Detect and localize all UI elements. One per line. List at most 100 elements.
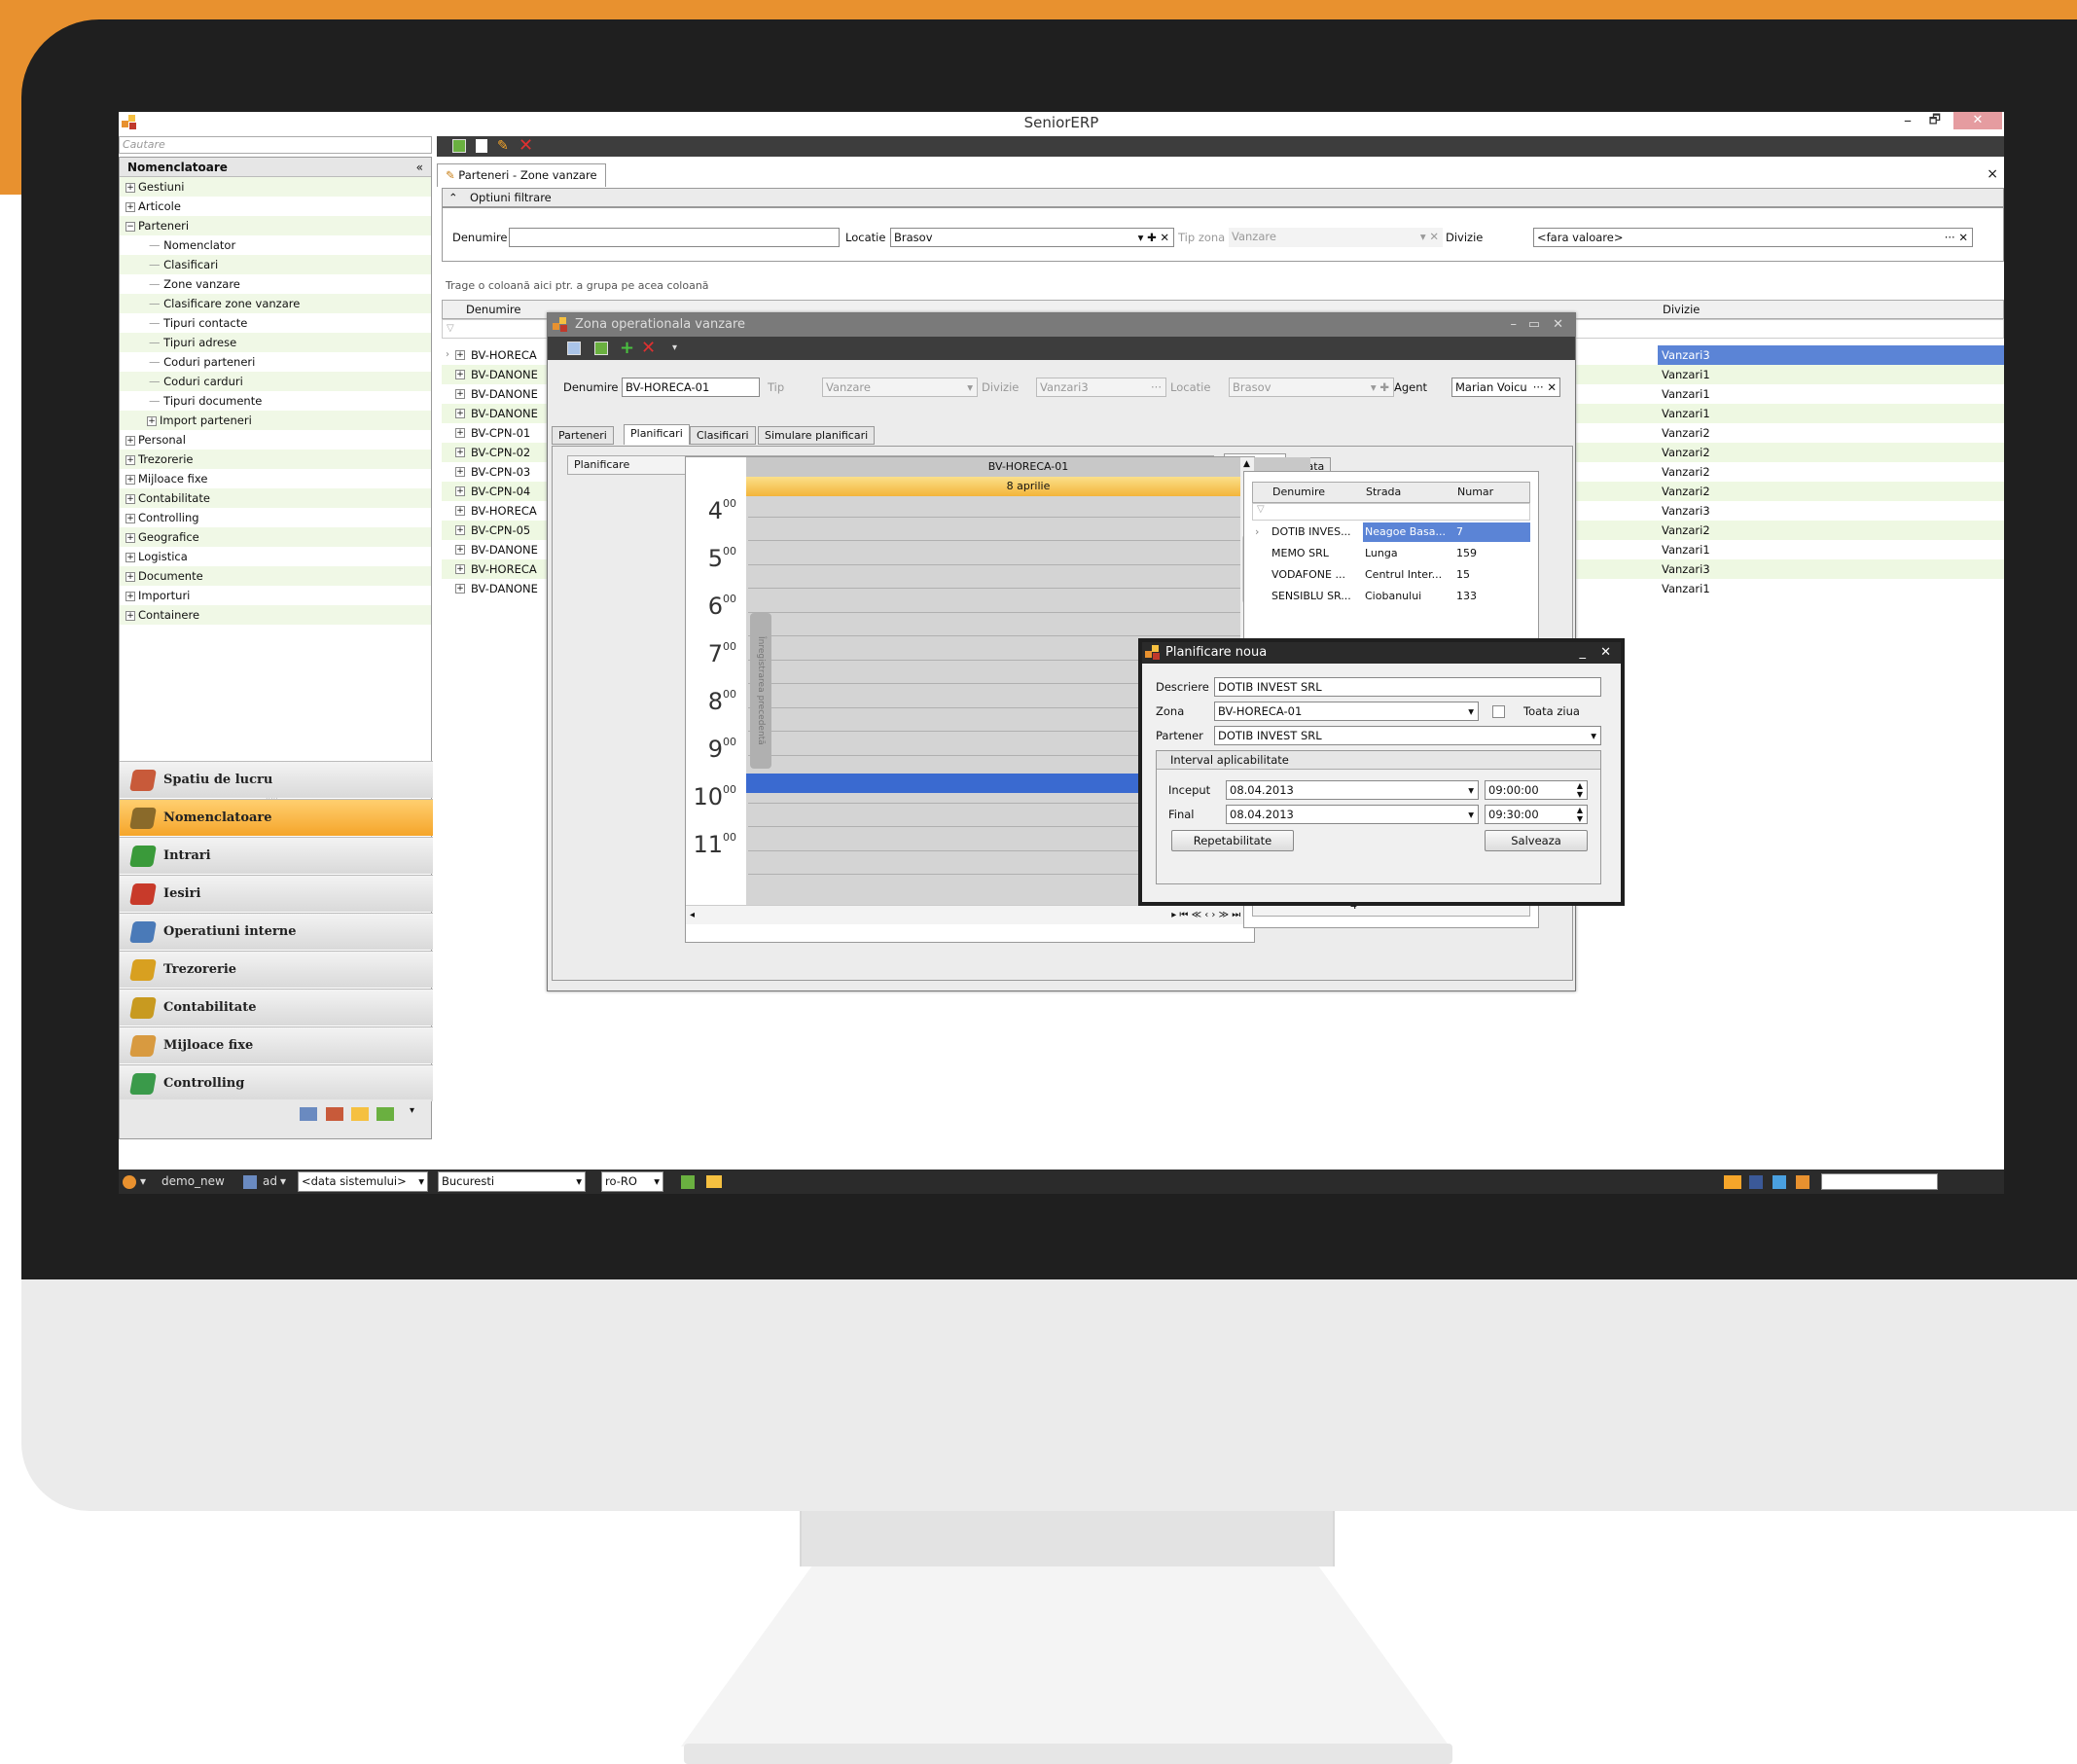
expand-toggle-icon[interactable]: − <box>125 221 135 232</box>
expand-toggle-icon[interactable]: + <box>125 571 135 582</box>
expand-toggle-icon[interactable]: + <box>125 552 135 562</box>
tab-planificari[interactable]: Planificari <box>624 424 690 445</box>
expand-toggle-icon[interactable]: + <box>125 610 135 621</box>
nav-button-spatiu-de-lucru[interactable]: Spatiu de lucru <box>120 761 433 798</box>
tree-item[interactable]: — Tipuri contacte <box>120 313 431 333</box>
save-icon[interactable] <box>567 342 581 355</box>
zona-minimize-button[interactable]: – <box>1511 313 1518 337</box>
save-button[interactable]: Salveaza <box>1485 830 1588 851</box>
expand-toggle-icon[interactable]: + <box>125 591 135 601</box>
tree-item[interactable]: — Clasificare zone vanzare <box>120 294 431 313</box>
language-select[interactable]: ro-RO ▾ <box>601 1171 663 1192</box>
tree-item[interactable]: + Gestiuni <box>120 177 431 197</box>
tab-parteneri[interactable]: Parteneri <box>552 426 614 445</box>
nav-button-nomenclatoare[interactable]: Nomenclatoare <box>120 799 433 836</box>
nav-overflow-chevron-icon[interactable]: ▾ <box>410 1105 414 1116</box>
tree-item[interactable]: + Contabilitate <box>120 488 431 508</box>
rss-icon[interactable] <box>1796 1175 1809 1189</box>
system-date-select[interactable]: <data sistemului> ▾ <box>298 1171 428 1192</box>
zona-agent-select[interactable]: Marian Voicu ··· ✕ <box>1451 378 1560 397</box>
expand-toggle-icon[interactable]: + <box>125 435 135 446</box>
column-divizie[interactable]: Divizie <box>1663 303 1700 316</box>
partner-row[interactable]: › DOTIB INVES... Neagoe Basa... 7 <box>1252 522 1530 544</box>
zona-tip-select[interactable]: Vanzare ▾ <box>822 378 978 397</box>
planificare-minimize-button[interactable]: _ <box>1580 642 1587 664</box>
zona-locatie-select[interactable]: Brasov ▾ ✚ <box>1229 378 1394 397</box>
zona-select[interactable]: BV-HORECA-01 ▾ <box>1214 702 1479 721</box>
tab-clasificari[interactable]: Clasificari <box>690 426 756 445</box>
search-input[interactable]: Cautare <box>119 136 432 154</box>
descriere-input[interactable]: DOTIB INVEST SRL <box>1214 677 1601 697</box>
final-date-select[interactable]: 08.04.2013 ▾ <box>1226 805 1479 824</box>
refresh-icon[interactable] <box>594 342 608 355</box>
user-dropdown-icon[interactable]: ▾ <box>280 1170 286 1194</box>
partners-col-denumire[interactable]: Denumire <box>1272 486 1325 498</box>
scheduler-navigator[interactable]: ◂ ▸ ⏮ ≪ ‹ › ≫ ⏭ + – <box>686 905 1270 924</box>
nav-button-contabilitate[interactable]: Contabilitate <box>120 989 433 1026</box>
status-database[interactable]: demo_new <box>161 1170 225 1194</box>
tree-item[interactable]: — Tipuri adrese <box>120 333 431 352</box>
tree-item[interactable]: — Nomenclator <box>120 235 431 255</box>
tree-item[interactable]: + Importuri <box>120 586 431 605</box>
nav-button-mijloace-fixe[interactable]: Mijloace fixe <box>120 1026 433 1063</box>
delete-icon[interactable]: ✕ <box>519 136 533 156</box>
add-icon[interactable]: + <box>620 338 634 358</box>
toolbar-overflow-icon[interactable]: ▾ <box>672 342 677 353</box>
zona-denumire-input[interactable]: BV-HORECA-01 <box>622 378 760 397</box>
app-small-icon[interactable] <box>1724 1175 1741 1189</box>
tree-item[interactable]: + Geografice <box>120 527 431 547</box>
expand-toggle-icon[interactable]: + <box>125 454 135 465</box>
close-tab-button[interactable]: × <box>1987 166 1998 182</box>
previous-appointment-tab[interactable]: Înregistrarea precedentă <box>750 613 771 769</box>
tree-item[interactable]: + Import parteneri <box>120 411 431 430</box>
tree-item[interactable]: + Documente <box>120 566 431 586</box>
tab-simulare-planificari[interactable]: Simulare planificari <box>758 426 876 445</box>
expand-toggle-icon[interactable]: + <box>125 532 135 543</box>
tree-item[interactable]: + Containere <box>120 605 431 625</box>
folder-icon[interactable] <box>706 1175 722 1188</box>
tree-item[interactable]: + Trezorerie <box>120 450 431 469</box>
twitter-icon[interactable] <box>1773 1175 1786 1189</box>
toata-ziua-checkbox[interactable] <box>1492 705 1505 718</box>
refresh-icon[interactable] <box>452 139 466 153</box>
zona-close-button[interactable]: ✕ <box>1553 313 1563 337</box>
tree-item[interactable]: — Tipuri documente <box>120 391 431 411</box>
close-button[interactable]: ✕ <box>1953 112 2002 129</box>
zona-divizie-select[interactable]: Vanzari3 ··· <box>1036 378 1166 397</box>
nav-small-icon-1[interactable] <box>326 1107 343 1121</box>
inceput-time-spinner[interactable]: 09:00:00 ▲ ▼ <box>1485 780 1588 800</box>
status-refresh-icon[interactable] <box>681 1175 695 1189</box>
city-select[interactable]: Bucuresti ▾ <box>438 1171 586 1192</box>
partners-col-numar[interactable]: Numar <box>1457 486 1493 498</box>
db-icon[interactable] <box>123 1175 136 1189</box>
tree-item[interactable]: + Mijloace fixe <box>120 469 431 488</box>
status-search-input[interactable] <box>1821 1173 1938 1190</box>
divizie-filter-select[interactable]: <fara valoare> ··· ✕ <box>1533 228 1973 247</box>
nav-button-operatiuni-interne[interactable]: Operatiuni interne <box>120 913 433 950</box>
partener-select[interactable]: DOTIB INVEST SRL ▾ <box>1214 726 1601 745</box>
expand-toggle-icon[interactable]: + <box>125 182 135 193</box>
new-document-icon[interactable] <box>476 139 487 153</box>
tree-item[interactable]: + Logistica <box>120 547 431 566</box>
zona-maximize-button[interactable]: ▭ <box>1528 313 1540 337</box>
tab-parteneri-zone-vanzare[interactable]: ✎ Parteneri - Zone vanzare <box>437 163 606 187</box>
partner-row[interactable]: MEMO SRL Lunga 159 <box>1252 544 1530 565</box>
expand-toggle-icon[interactable]: + <box>125 513 135 523</box>
minimize-button[interactable]: – <box>1904 112 1912 131</box>
db-dropdown-icon[interactable]: ▾ <box>140 1170 146 1194</box>
partners-col-strada[interactable]: Strada <box>1366 486 1401 498</box>
restore-button[interactable]: 🗗 <box>1929 112 1941 131</box>
tree-item[interactable]: + Personal <box>120 430 431 450</box>
facebook-icon[interactable] <box>1749 1175 1763 1189</box>
expand-toggle-icon[interactable]: + <box>147 415 157 426</box>
tree-item[interactable]: — Coduri parteneri <box>120 352 431 372</box>
edit-icon[interactable]: ✎ <box>497 138 509 154</box>
repetabilitate-button[interactable]: Repetabilitate <box>1171 830 1294 851</box>
final-time-spinner[interactable]: 09:30:00 ▲ ▼ <box>1485 805 1588 824</box>
filter-section-header[interactable]: ⌃ Optiuni filtrare <box>442 188 2004 207</box>
nav-button-iesiri[interactable]: Iesiri <box>120 875 433 912</box>
tree-item[interactable]: + Articole <box>120 197 431 216</box>
partner-row[interactable]: SENSIBLU SR... Ciobanului 133 <box>1252 587 1530 608</box>
nav-button-intrari[interactable]: Intrari <box>120 837 433 874</box>
locatie-filter-select[interactable]: Brasov ▾ ✚ ✕ <box>890 228 1174 247</box>
